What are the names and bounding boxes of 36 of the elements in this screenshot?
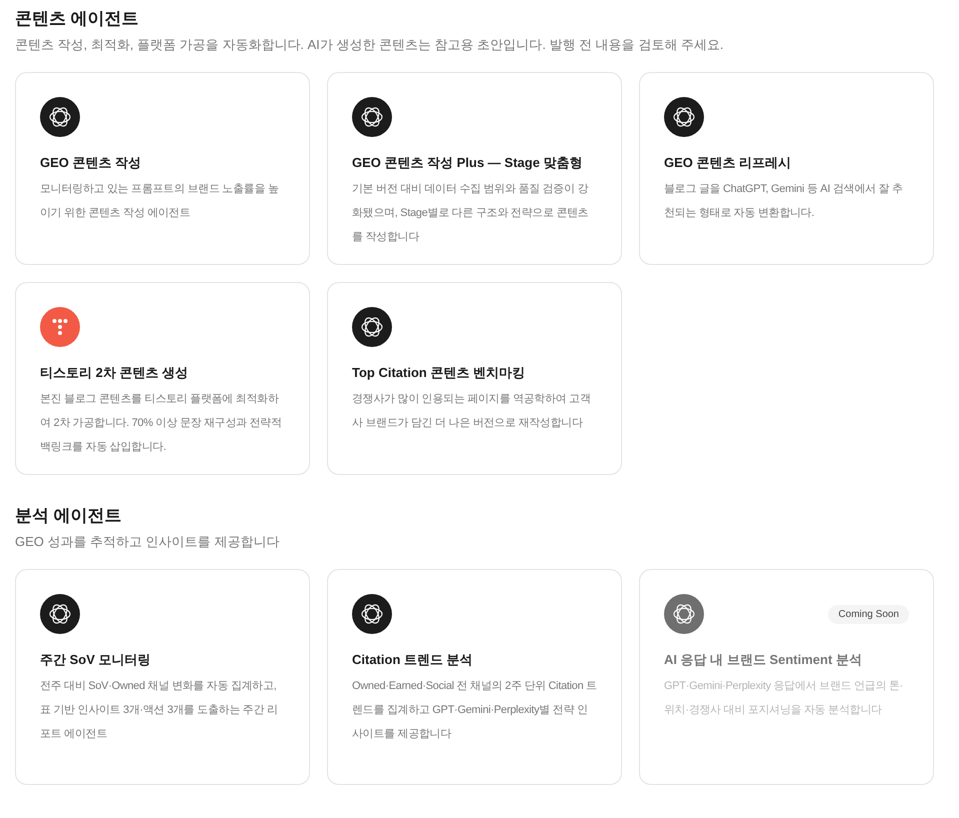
card-description: 경쟁사가 많이 인용되는 페이지를 역공학하여 고객사 브랜드가 담긴 더 나은 버전으로 재작성합니다 bbox=[352, 392, 592, 431]
section-description: GEO 성과를 추적하고 인사이트를 제공합니다 bbox=[15, 533, 280, 551]
orbit-icon bbox=[664, 97, 704, 137]
card-description: 본진 블로그 콘텐츠를 티스토리 플랫폼에 최적화하여 2차 가공합니다. 70% 이상 문장 재구성과 전략적 백링크를 자동 삽입합니다. bbox=[40, 392, 283, 455]
card-description: Owned·Earned·Social 전 채널의 2주 단위 Citation 트렌드를 집계하고 GPT·Gemini·Perplexity별 전략 인사이트를 제공합니다 bbox=[352, 679, 597, 742]
orbit-icon bbox=[352, 594, 392, 634]
card-description: 전주 대비 SoV·Owned 채널 변화를 자동 집계하고, 표 기반 인사이트 3개·액션 3개를 도출하는 주간 리포트 에이전트 bbox=[40, 679, 279, 742]
section-description: 콘텐츠 작성, 최적화, 플랫폼 가공을 자동화합니다. AI가 생성한 콘텐츠는 참고용 초안입니다. 발행 전 내용을 검토해 주세요. bbox=[15, 36, 725, 54]
card-title: AI 응답 내 브랜드 Sentiment 분석 bbox=[664, 651, 863, 669]
card-title: GEO 콘텐츠 작성 bbox=[40, 154, 142, 172]
section-title: 콘텐츠 에이전트 bbox=[15, 8, 140, 30]
agent-card[interactable]: GEO 콘텐츠 작성 Plus — Stage 맞춤형 기본 버전 대비 데이터 수집 범위와 품질 검증이 강화됐으며, Stage별로 다른 구조와 전략으로 콘텐츠를 작성합니다 bbox=[327, 72, 622, 265]
status-badge: Coming Soon bbox=[828, 604, 909, 624]
card-title: Citation 트렌드 분석 bbox=[352, 651, 474, 669]
orbit-icon bbox=[40, 594, 80, 634]
agent-card[interactable]: GEO 콘텐츠 리프레시 블로그 글을 ChatGPT, Gemini 등 AI 검색에서 잘 추천되는 형태로 자동 변환합니다. bbox=[639, 72, 934, 265]
orbit-icon bbox=[352, 307, 392, 347]
card-description: 블로그 글을 ChatGPT, Gemini 등 AI 검색에서 잘 추천되는 형태로 자동 변환합니다. bbox=[664, 182, 904, 221]
orbit-icon bbox=[352, 97, 392, 137]
card-title: 티스토리 2차 콘텐츠 생성 bbox=[40, 364, 190, 382]
agent-card[interactable]: GEO 콘텐츠 작성 모니터링하고 있는 프롬프트의 브랜드 노출률을 높이기 위한 콘텐츠 작성 에이전트 bbox=[15, 72, 310, 265]
section-title: 분석 에이전트 bbox=[15, 505, 123, 527]
dots-icon bbox=[40, 307, 80, 347]
card-title: 주간 SoV 모니터링 bbox=[40, 651, 152, 669]
card-description: 모니터링하고 있는 프롬프트의 브랜드 노출률을 높이기 위한 콘텐츠 작성 에이전트 bbox=[40, 182, 280, 221]
card-description: 기본 버전 대비 데이터 수집 범위와 품질 검증이 강화됐으며, Stage별로 다른 구조와 전략으로 콘텐츠를 작성합니다 bbox=[352, 182, 590, 245]
agent-card[interactable]: 티스토리 2차 콘텐츠 생성 본진 블로그 콘텐츠를 티스토리 플랫폼에 최적화하여 2차 가공합니다. 70% 이상 문장 재구성과 전략적 백링크를 자동 삽입합니다. bbox=[15, 282, 310, 475]
agent-card[interactable]: Citation 트렌드 분석 Owned·Earned·Social 전 채널의 2주 단위 Citation 트렌드를 집계하고 GPT·Gemini·Perplexity별 전략 인사이트를 제공합니다 bbox=[327, 569, 622, 785]
orbit-icon bbox=[664, 594, 704, 634]
card-title: GEO 콘텐츠 리프레시 bbox=[664, 154, 792, 172]
orbit-icon bbox=[40, 97, 80, 137]
card-title: GEO 콘텐츠 작성 Plus — Stage 맞춤형 bbox=[352, 154, 584, 172]
agent-card[interactable]: Top Citation 콘텐츠 벤치마킹 경쟁사가 많이 인용되는 페이지를 역공학하여 고객사 브랜드가 담긴 더 나은 버전으로 재작성합니다 bbox=[327, 282, 622, 475]
agent-card[interactable]: 주간 SoV 모니터링 전주 대비 SoV·Owned 채널 변화를 자동 집계하고, 표 기반 인사이트 3개·액션 3개를 도출하는 주간 리포트 에이전트 bbox=[15, 569, 310, 785]
card-title: Top Citation 콘텐츠 벤치마킹 bbox=[352, 364, 526, 382]
card-description: GPT·Gemini·Perplexity 응답에서 브랜드 언급의 톤·위치·경쟁사 대비 포지셔닝을 자동 분석합니다 bbox=[664, 679, 904, 718]
